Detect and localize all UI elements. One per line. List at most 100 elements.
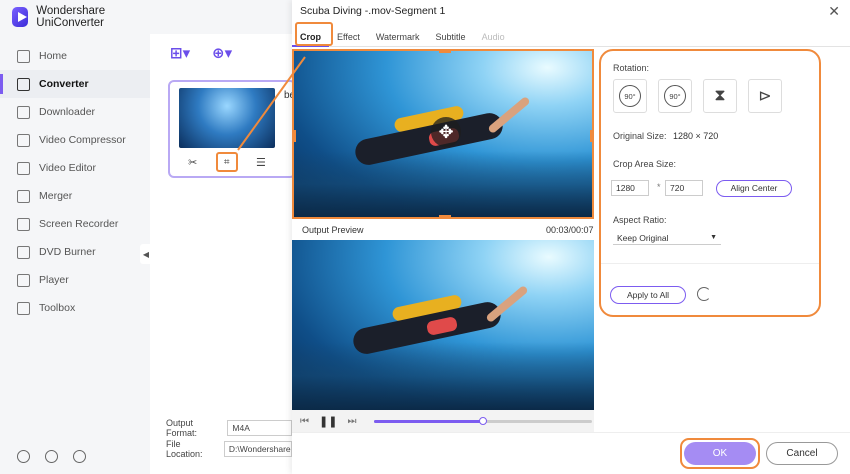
help-icon[interactable] — [17, 450, 30, 463]
playback-progress-fill — [374, 419, 484, 423]
rotate-right-button[interactable]: 90° — [658, 79, 692, 113]
edit-dialog: Scuba Diving -.mov-Segment 1 ✕ Crop Effe… — [292, 0, 850, 474]
tab-subtitle[interactable]: Subtitle — [428, 27, 474, 47]
chevron-down-icon: ▼ — [710, 234, 717, 241]
flip-vertical-button[interactable]: ⊳ — [748, 79, 782, 113]
sidebar-item-label: Downloader — [39, 106, 96, 118]
sidebar-item-home[interactable]: Home — [0, 42, 150, 70]
dvd-icon — [17, 245, 30, 259]
flip-horizontal-button[interactable]: ⧗ — [703, 79, 737, 113]
converter-icon — [17, 77, 30, 91]
crop-handle-bottom[interactable] — [439, 215, 451, 217]
apply-to-all-button[interactable]: Apply to All — [610, 286, 686, 304]
output-format-label: Output Format: — [166, 418, 198, 438]
sidebar-footer — [17, 450, 86, 463]
crop-height-input[interactable]: 720 — [665, 180, 703, 196]
video-editor-icon — [17, 161, 30, 175]
trim-icon[interactable]: ✂ — [188, 156, 197, 169]
flip-vertical-icon: ⊳ — [758, 88, 772, 105]
converter-main: ⊞▾ ⊕▾ ✂ ⌗ ☰ be Output Format: M4A File L… — [150, 34, 296, 474]
crop-handle-top[interactable] — [439, 51, 451, 53]
settings-divider — [601, 263, 819, 264]
move-crop-icon[interactable]: ✥ — [431, 117, 461, 147]
feedback-icon[interactable] — [73, 450, 86, 463]
sidebar-item-downloader[interactable]: Downloader — [0, 98, 150, 126]
home-icon — [17, 49, 30, 63]
sidebar-item-toolbox[interactable]: Toolbox — [0, 294, 150, 322]
playback-controls: ⏮ ❚❚ ⏭ — [292, 410, 594, 432]
previous-frame-icon[interactable]: ⏮ — [300, 416, 309, 427]
tab-audio: Audio — [481, 32, 505, 42]
edit-tabs: Crop Effect Watermark Subtitle Audio — [292, 27, 850, 47]
video-card-tools: ✂ ⌗ ☰ — [179, 152, 275, 172]
sidebar-item-dvd-burner[interactable]: DVD Burner — [0, 238, 150, 266]
sidebar-item-label: Video Editor — [39, 162, 97, 174]
tab-effect[interactable]: Effect — [329, 27, 368, 47]
file-location-label: File Location: — [166, 439, 203, 459]
ok-button[interactable]: OK — [684, 442, 756, 465]
original-size-label: Original Size: — [613, 131, 667, 141]
playback-time: 00:03/00:07 — [546, 225, 594, 235]
video-thumbnail[interactable] — [179, 88, 275, 148]
crop-icon[interactable]: ⌗ — [215, 152, 238, 172]
notification-bell-icon[interactable] — [45, 450, 58, 463]
sidebar-item-label: DVD Burner — [39, 246, 96, 258]
compressor-icon — [17, 133, 30, 147]
crop-handle-right[interactable] — [590, 130, 592, 142]
sidebar-item-merger[interactable]: Merger — [0, 182, 150, 210]
cancel-button[interactable]: Cancel — [766, 442, 838, 465]
output-format-row: Output Format: M4A — [166, 418, 292, 438]
rotation-buttons: 90° 90° ⧗ ⊳ — [613, 79, 782, 113]
next-frame-icon[interactable]: ⏭ — [347, 416, 356, 427]
close-icon[interactable]: ✕ — [828, 3, 840, 20]
effects-icon[interactable]: ☰ — [256, 156, 266, 169]
output-preview-pane — [292, 240, 594, 410]
sidebar-item-video-compressor[interactable]: Video Compressor — [0, 126, 150, 154]
rotate-left-button[interactable]: 90° — [613, 79, 647, 113]
output-format-select[interactable]: M4A — [227, 420, 292, 436]
crop-video-pane[interactable]: ✥ — [292, 49, 594, 219]
rotate-left-icon: 90° — [619, 85, 641, 107]
original-size-value: 1280 × 720 — [673, 131, 719, 141]
converter-toolbar: ⊞▾ ⊕▾ — [170, 44, 240, 62]
dialog-footer: OK Cancel — [292, 432, 850, 474]
crop-handle-left[interactable] — [294, 130, 296, 142]
crop-settings-panel: Rotation: 90° 90° ⧗ ⊳ Original Size: 128… — [599, 49, 821, 317]
preview-diver-image — [332, 284, 542, 365]
aspect-ratio-value: Keep Original — [617, 233, 669, 243]
sidebar-item-label: Merger — [39, 190, 73, 202]
add-file-icon[interactable]: ⊞▾ — [170, 44, 198, 62]
crop-width-input[interactable]: 1280 — [611, 180, 649, 196]
tab-watermark[interactable]: Watermark — [368, 27, 428, 47]
sidebar-nav: Home Converter Downloader Video Compress… — [0, 42, 150, 322]
video-card[interactable]: ✂ ⌗ ☰ — [168, 80, 296, 178]
playback-slider-knob[interactable] — [479, 416, 488, 425]
file-location-field[interactable]: D:\Wondershare — [223, 441, 292, 457]
pause-icon[interactable]: ❚❚ — [319, 415, 337, 428]
crop-area-size-label: Crop Area Size: — [613, 159, 677, 169]
sidebar: Wondershare UniConverter Home Converter … — [0, 0, 152, 474]
app-logo-icon — [12, 7, 29, 27]
sidebar-item-label: Converter — [39, 78, 89, 90]
reset-icon[interactable] — [697, 287, 711, 301]
output-preview-label: Output Preview — [302, 225, 364, 235]
sidebar-item-converter[interactable]: Converter — [0, 70, 150, 98]
sidebar-item-label: Video Compressor — [39, 134, 126, 146]
screen-recorder-icon — [17, 217, 30, 231]
playback-slider[interactable] — [374, 416, 593, 425]
sidebar-item-label: Screen Recorder — [39, 218, 119, 230]
toolbox-icon — [17, 301, 30, 315]
aspect-ratio-select[interactable]: Keep Original ▼ — [613, 231, 721, 245]
sidebar-item-label: Home — [39, 50, 68, 62]
app-title-text: Wondershare UniConverter — [36, 5, 106, 29]
sidebar-item-player[interactable]: Player — [0, 266, 150, 294]
sidebar-item-screen-recorder[interactable]: Screen Recorder — [0, 210, 150, 238]
app-title: Wondershare UniConverter — [12, 5, 150, 29]
add-media-icon[interactable]: ⊕▾ — [212, 44, 240, 62]
sidebar-item-video-editor[interactable]: Video Editor — [0, 154, 150, 182]
crop-size-separator: * — [657, 182, 661, 192]
aspect-ratio-label: Aspect Ratio: — [613, 215, 667, 225]
align-center-button[interactable]: Align Center — [716, 180, 792, 197]
player-icon — [17, 273, 30, 287]
rotation-label: Rotation: — [613, 63, 650, 73]
